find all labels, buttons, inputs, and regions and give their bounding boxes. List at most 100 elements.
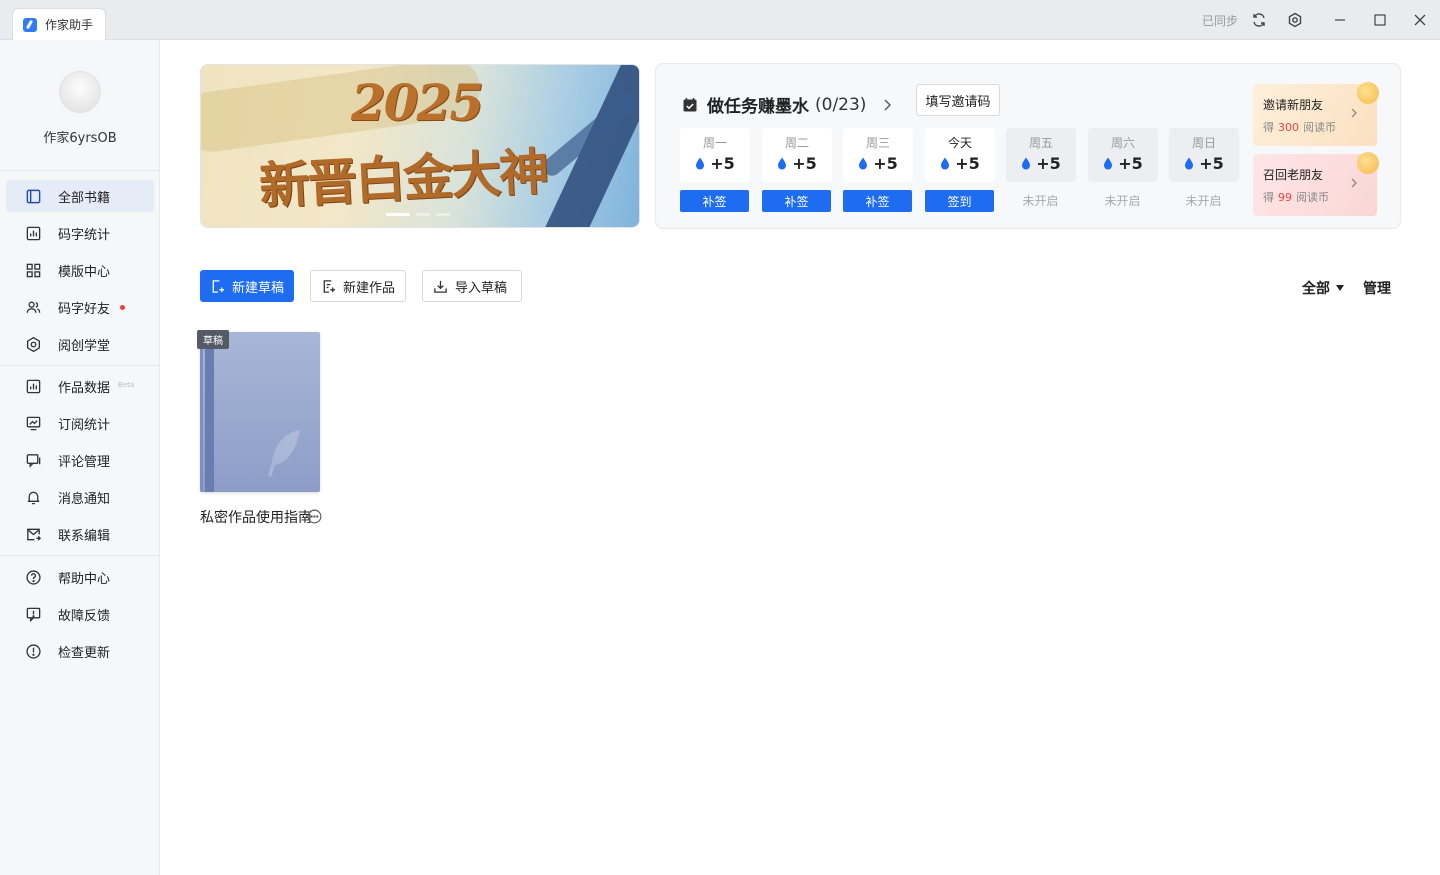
import-draft-button[interactable]: 导入草稿 <box>422 270 522 302</box>
day-name: 周二 <box>784 136 809 150</box>
sidebar-item-work-data[interactable]: 作品数据 Beta <box>6 370 154 402</box>
ink-drop-icon <box>696 157 705 170</box>
sidebar-item-notifications[interactable]: 消息通知 <box>6 481 154 513</box>
more-options-icon[interactable] <box>307 509 322 524</box>
day-points: +5 <box>1006 154 1076 173</box>
sidebar-item-label: 作品数据 <box>58 380 111 396</box>
task-card: 做任务赚墨水 (0/23) 填写邀请码 邀请新朋友 得 300 阅读币 召回老朋… <box>655 63 1401 229</box>
promo-prefix: 得 <box>1263 121 1274 134</box>
download-icon <box>434 280 447 293</box>
sidebar-item-label: 模版中心 <box>58 264 111 280</box>
maximize-icon[interactable] <box>1370 10 1390 30</box>
task-progress: (0/23) <box>815 94 867 115</box>
sync-icon[interactable] <box>1249 10 1269 30</box>
app-title: 作家助手 <box>45 18 94 32</box>
comment-icon <box>24 451 42 469</box>
sidebar-item-academy[interactable]: 阅创学堂 <box>6 328 154 360</box>
sidebar-item-check-update[interactable]: 检查更新 <box>6 635 154 667</box>
sidebar-item-feedback[interactable]: 故障反馈 <box>6 598 154 630</box>
day-name: 周日 <box>1191 136 1216 150</box>
feedback-icon <box>24 605 42 623</box>
new-draft-icon <box>212 279 225 293</box>
invite-code-button[interactable]: 填写邀请码 <box>916 84 1000 116</box>
sidebar-item-word-stats[interactable]: 码字统计 <box>6 217 154 249</box>
ink-drop-icon <box>1104 157 1113 170</box>
sidebar-item-templates[interactable]: 模版中心 <box>6 254 154 286</box>
day-locked-label: 未开启 <box>1104 194 1141 208</box>
avatar[interactable] <box>59 71 101 113</box>
recall-friend-card[interactable]: 召回老朋友 得 99 阅读币 <box>1253 152 1379 216</box>
filter-label: 全部 <box>1302 281 1330 297</box>
sidebar-item-label: 评论管理 <box>58 454 111 470</box>
day-points: +5 <box>925 154 995 173</box>
sidebar-item-friends[interactable]: 码字好友 <box>6 291 154 323</box>
day-points: +5 <box>762 154 832 173</box>
book-icon <box>24 187 42 205</box>
app-tab[interactable]: 作家助手 <box>12 8 106 40</box>
caret-down-icon <box>1336 285 1344 291</box>
book-cover[interactable] <box>200 332 320 492</box>
import-draft-label: 导入草稿 <box>455 280 508 296</box>
points-value: +5 <box>955 154 980 173</box>
ink-drop-icon <box>778 157 787 170</box>
check-in-button[interactable]: 签到 <box>925 190 994 212</box>
sidebar-item-label: 码字统计 <box>58 227 111 243</box>
day-name: 今天 <box>947 136 972 150</box>
makeup-check-in-button[interactable]: 补签 <box>843 190 912 212</box>
points-value: +5 <box>873 154 898 173</box>
sidebar-item-label: 故障反馈 <box>58 608 111 624</box>
invite-friend-card[interactable]: 邀请新朋友 得 300 阅读币 <box>1253 82 1379 146</box>
new-work-button[interactable]: 新建作品 <box>310 270 406 302</box>
chevron-right-icon <box>1351 178 1357 188</box>
makeup-check-in-button[interactable]: 补签 <box>762 190 831 212</box>
ink-drop-icon <box>1022 157 1031 170</box>
day-cell: 周日 +5 <box>1169 128 1239 182</box>
minimize-icon[interactable] <box>1330 10 1350 30</box>
points-value: +5 <box>1036 154 1061 173</box>
sidebar-item-comments[interactable]: 评论管理 <box>6 444 154 476</box>
day-cell: 周五 +5 <box>1006 128 1076 182</box>
hexagon-icon <box>24 335 42 353</box>
sidebar-item-label: 联系编辑 <box>58 528 111 544</box>
book-spine <box>205 332 214 492</box>
sidebar-item-subscriptions[interactable]: 订阅统计 <box>6 407 154 439</box>
sidebar-item-contact-editor[interactable]: 联系编辑 <box>6 518 154 550</box>
close-icon[interactable] <box>1410 10 1430 30</box>
help-icon <box>24 568 42 586</box>
ink-drop-icon <box>941 157 950 170</box>
new-work-icon <box>323 279 336 293</box>
coin-icon <box>1357 152 1379 174</box>
grid-icon <box>24 261 42 279</box>
manage-button[interactable]: 管理 <box>1363 278 1391 298</box>
sidebar-item-all-books[interactable]: 全部书籍 <box>6 180 154 212</box>
new-draft-button[interactable]: 新建草稿 <box>200 270 294 302</box>
banner-year: 2025 <box>351 73 484 132</box>
day-cell: 今天 +5 <box>925 128 995 182</box>
promo-amount: 99 <box>1278 190 1292 204</box>
carousel-dot[interactable] <box>436 213 450 216</box>
promo-reward: 得 300 阅读币 <box>1263 119 1377 135</box>
promo-amount: 300 <box>1278 120 1299 134</box>
sidebar-divider <box>0 555 159 556</box>
promo-banner[interactable]: 2025 新晋白金大神 <box>200 64 640 228</box>
notification-dot <box>120 304 126 310</box>
sidebar: 作家6yrsOB 全部书籍 码字统计 模版中心 码字好友 阅创学堂 作品数据 B… <box>0 40 160 875</box>
day-cell: 周一 +5 <box>680 128 750 182</box>
filter-dropdown[interactable]: 全部 <box>1302 278 1344 298</box>
makeup-check-in-button[interactable]: 补签 <box>680 190 749 212</box>
settings-icon[interactable] <box>1285 10 1305 30</box>
banner-slogan: 新晋白金大神 <box>257 141 549 216</box>
day-points: +5 <box>1088 154 1158 173</box>
sidebar-item-help[interactable]: 帮助中心 <box>6 561 154 593</box>
task-header[interactable]: 做任务赚墨水 (0/23) <box>682 92 894 117</box>
draft-tag: 草稿 <box>197 330 229 349</box>
carousel-dot[interactable] <box>416 213 430 216</box>
ink-drop-icon <box>859 157 868 170</box>
promo-unit: 阅读币 <box>1303 121 1336 134</box>
new-draft-label: 新建草稿 <box>232 280 285 296</box>
new-work-label: 新建作品 <box>343 280 396 296</box>
promo-unit: 阅读币 <box>1296 191 1329 204</box>
carousel-dot[interactable] <box>386 213 410 216</box>
feather-icon <box>268 430 300 477</box>
coin-icon <box>1357 82 1379 104</box>
